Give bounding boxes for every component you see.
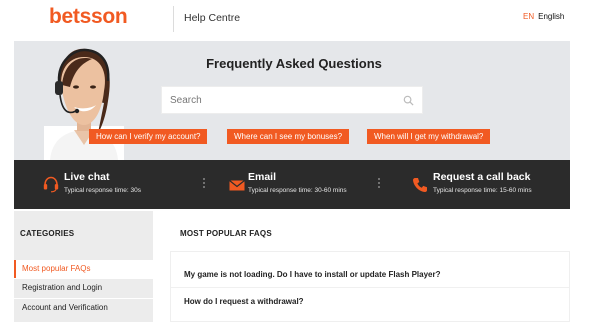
quick-question-verify[interactable]: How can I verify my account? xyxy=(89,129,208,144)
faq-item-flash-player[interactable]: My game is not loading. Do I have to ins… xyxy=(184,270,441,279)
quick-question-bonuses[interactable]: Where can I see my bonuses? xyxy=(227,129,350,144)
betsson-logo[interactable]: betsson xyxy=(49,5,128,29)
call-back-response-time: Typical response time: 15-60 mins xyxy=(433,187,532,194)
phone-icon xyxy=(413,178,427,192)
categories-sidebar: CATEGORIES Most popular FAQs Registratio… xyxy=(14,211,153,322)
faq-item-withdrawal[interactable]: How do I request a withdrawal? xyxy=(184,297,304,306)
hero-banner: Frequently Asked Questions How can I ver… xyxy=(14,41,570,160)
quick-question-withdrawal[interactable]: When will I get my withdrawal? xyxy=(367,129,491,144)
language-selector[interactable]: EN English xyxy=(523,12,564,21)
faq-divider xyxy=(171,287,569,288)
sidebar-item-registration-login[interactable]: Registration and Login xyxy=(14,279,153,297)
search-input[interactable] xyxy=(170,87,390,113)
page-title: Frequently Asked Questions xyxy=(206,56,382,71)
separator-dots xyxy=(378,178,380,190)
headset-icon xyxy=(43,176,59,193)
search-box[interactable] xyxy=(161,86,423,114)
email-title: Email xyxy=(248,171,277,183)
popular-faqs-heading: MOST POPULAR FAQS xyxy=(180,229,272,238)
separator-dots xyxy=(203,178,205,190)
search-icon[interactable] xyxy=(403,95,414,106)
live-chat-title: Live chat xyxy=(64,171,110,183)
site-header: betsson Help Centre EN English xyxy=(0,0,600,41)
envelope-icon xyxy=(229,180,245,191)
language-code: EN xyxy=(523,12,535,21)
sidebar-item-most-popular[interactable]: Most popular FAQs xyxy=(14,260,153,278)
faq-list: My game is not loading. Do I have to ins… xyxy=(170,251,570,322)
help-centre-link[interactable]: Help Centre xyxy=(184,12,240,24)
language-name: English xyxy=(538,12,565,21)
contact-bar: Live chat Typical response time: 30s Ema… xyxy=(14,160,570,209)
header-divider xyxy=(173,6,174,32)
sidebar-item-account-verification[interactable]: Account and Verification xyxy=(14,299,153,317)
email-response-time: Typical response time: 30-60 mins xyxy=(248,187,347,194)
call-back-title: Request a call back xyxy=(433,171,531,183)
categories-heading: CATEGORIES xyxy=(20,229,75,238)
live-chat-response-time: Typical response time: 30s xyxy=(64,187,141,194)
